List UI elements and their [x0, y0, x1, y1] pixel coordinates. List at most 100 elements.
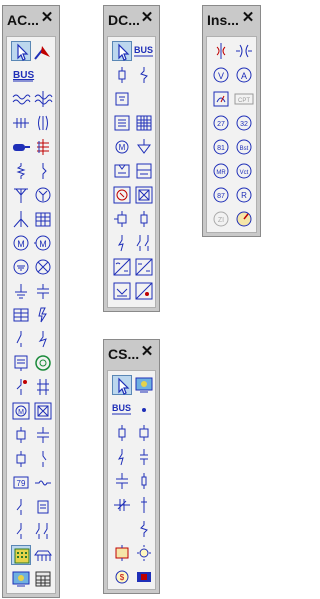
surge-arrester-tool[interactable]	[33, 305, 53, 325]
ammeter-tool[interactable]: A	[234, 65, 254, 85]
reactor-tool[interactable]	[11, 113, 31, 133]
cs-push-button-tool[interactable]	[112, 495, 132, 515]
lamp-tool[interactable]	[33, 257, 53, 277]
table-tool[interactable]	[33, 569, 53, 589]
rectifier-tool[interactable]	[112, 281, 132, 301]
motor-box-tool[interactable]: M	[11, 401, 31, 421]
bus-tool[interactable]: BUS	[134, 41, 154, 61]
relay-32-tool[interactable]: 32	[234, 113, 254, 133]
panel-tool[interactable]	[33, 497, 53, 517]
bus-tool[interactable]: BUS	[112, 399, 132, 419]
fuse-tool[interactable]	[33, 329, 53, 349]
switch-tool[interactable]	[11, 329, 31, 349]
capacitor-bank-tool[interactable]	[33, 281, 53, 301]
ground-tool[interactable]	[11, 281, 31, 301]
harmonic-filter-tool[interactable]	[11, 305, 31, 325]
dc-link-tool[interactable]	[11, 377, 31, 397]
dc-load-tool[interactable]	[112, 113, 132, 133]
cs-terminal-tool[interactable]	[134, 567, 154, 587]
display-tool[interactable]	[11, 569, 31, 589]
relay-vct-tool[interactable]: Vct	[234, 161, 254, 181]
breaker-tool[interactable]	[11, 425, 31, 445]
cs-palette-titlebar[interactable]: CS... ✕	[104, 340, 159, 368]
relay-mr-tool[interactable]: MR	[211, 161, 231, 181]
cs-source-tool[interactable]: $	[112, 567, 132, 587]
relay-27-tool[interactable]: 27	[211, 113, 231, 133]
overcurrent-relay-tool[interactable]: 79	[11, 473, 31, 493]
grounding-tool[interactable]	[11, 257, 31, 277]
disconnect-tool[interactable]	[33, 425, 53, 445]
close-icon[interactable]: ✕	[240, 10, 256, 26]
relay-87-tool[interactable]: 87	[211, 185, 231, 205]
cs-lamp-tool[interactable]	[134, 543, 154, 563]
cs-contact-tool[interactable]	[134, 447, 154, 467]
motor-tool[interactable]: M	[11, 233, 31, 253]
instrument-tool[interactable]	[11, 497, 31, 517]
dc-source-tool[interactable]	[112, 185, 132, 205]
mesh-box-tool[interactable]	[33, 401, 53, 421]
cs-breaker-tool[interactable]	[134, 423, 154, 443]
dc-converter-tool[interactable]	[112, 257, 132, 277]
dc-ground-tool[interactable]	[134, 137, 154, 157]
voltmeter-tool[interactable]: V	[211, 65, 231, 85]
close-icon[interactable]: ✕	[139, 344, 155, 360]
relay-81-tool[interactable]: 81	[211, 137, 231, 157]
dc-cable-tool[interactable]	[112, 65, 132, 85]
connector-tool[interactable]	[33, 41, 53, 61]
ct-tool[interactable]	[211, 41, 231, 61]
close-icon[interactable]: ✕	[39, 10, 55, 26]
dc-switch-tool[interactable]	[112, 233, 132, 253]
double-switch-tool[interactable]	[33, 521, 53, 541]
dc-motor-tool[interactable]: M	[112, 137, 132, 157]
composite-motor-tool[interactable]	[33, 545, 53, 565]
motor-load-tool[interactable]: M	[33, 233, 53, 253]
impedance-tool[interactable]	[11, 161, 31, 181]
ac-palette-titlebar[interactable]: AC... ✕	[3, 6, 59, 34]
ins-palette-titlebar[interactable]: Ins... ✕	[203, 6, 260, 34]
dc-breaker-tool[interactable]	[112, 209, 132, 229]
generator-tool[interactable]	[33, 353, 53, 373]
pointer-tool[interactable]	[112, 41, 132, 61]
wye-tool[interactable]	[33, 185, 53, 205]
dc-double-switch-tool[interactable]	[134, 233, 154, 253]
bus-tool[interactable]: BUS	[11, 65, 51, 85]
pt-tool[interactable]	[234, 41, 254, 61]
multimeter-tool[interactable]	[211, 89, 231, 109]
transformer-2w-tool[interactable]	[11, 89, 31, 109]
cs-inductor-tool[interactable]	[134, 519, 154, 539]
link-tool[interactable]	[33, 161, 53, 181]
transformer-3w-tool[interactable]	[33, 89, 53, 109]
cs-display-tool[interactable]	[134, 375, 154, 395]
capacitor-tool[interactable]	[33, 113, 53, 133]
relay-r-tool[interactable]: R	[234, 185, 254, 205]
tower-tool[interactable]	[11, 209, 31, 229]
close-icon[interactable]: ✕	[139, 10, 155, 26]
cs-diode-tool[interactable]	[134, 495, 154, 515]
cs-capacitor-tool[interactable]	[112, 471, 132, 491]
relay-bst-tool[interactable]: Bst	[234, 137, 254, 157]
relay-switch-tool[interactable]	[11, 449, 31, 469]
cpt-tool[interactable]: CPT	[234, 89, 254, 109]
breaker-pair-tool[interactable]	[33, 377, 53, 397]
dc-photovoltaic-tool[interactable]	[134, 281, 154, 301]
pointer-tool[interactable]	[11, 41, 31, 61]
fuse-switch-tool[interactable]	[11, 521, 31, 541]
dc-dc-converter-tool[interactable]	[134, 257, 154, 277]
composite-network-tool[interactable]	[11, 545, 31, 565]
cs-resistor-tool[interactable]	[134, 471, 154, 491]
ups-tool[interactable]	[134, 185, 154, 205]
antenna-tool[interactable]	[11, 185, 31, 205]
dc-palette-titlebar[interactable]: DC... ✕	[104, 6, 159, 34]
dc-grid-tool[interactable]	[134, 113, 154, 133]
pointer-tool[interactable]	[112, 375, 132, 395]
cs-relay-tool[interactable]	[112, 543, 132, 563]
dc-fuse-tool[interactable]	[134, 209, 154, 229]
relay-zi-tool[interactable]: ZI	[211, 209, 231, 229]
charger-tool[interactable]	[112, 161, 132, 181]
dc-impedance-tool[interactable]	[134, 65, 154, 85]
meter-link-tool[interactable]	[33, 473, 53, 493]
inverter-tool[interactable]	[134, 161, 154, 181]
load-tool[interactable]	[11, 353, 31, 373]
gauge-tool[interactable]	[234, 209, 254, 229]
grid-tool[interactable]	[33, 209, 53, 229]
